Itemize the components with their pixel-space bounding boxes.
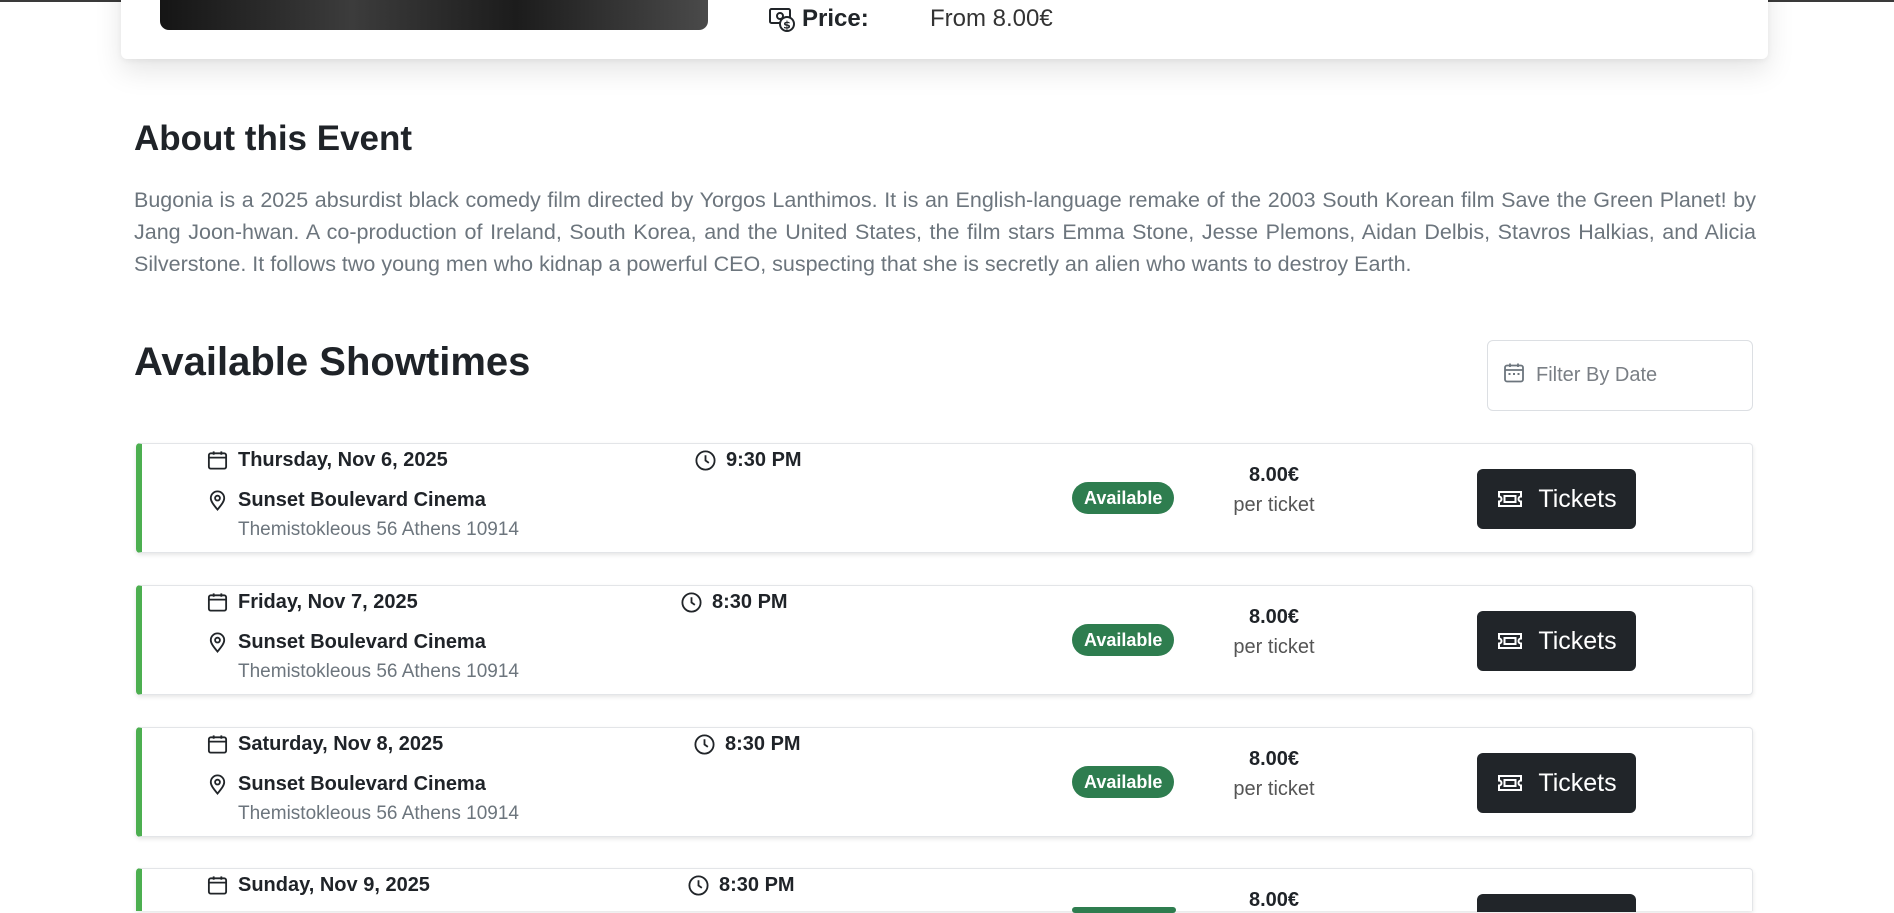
showtime-venue: Sunset Boulevard Cinema	[238, 631, 486, 653]
cash-coin-icon: $	[768, 5, 796, 33]
status-badge: Available	[1072, 766, 1175, 798]
about-description: Bugonia is a 2025 absurdist black comedy…	[134, 188, 1756, 276]
showtime-venue: Sunset Boulevard Cinema	[238, 773, 486, 795]
price-unit: per ticket	[1233, 636, 1315, 658]
ticket-price: 8.00€	[1248, 606, 1300, 628]
tickets-button[interactable]: Tickets	[1477, 611, 1636, 671]
showtime-venue: Sunset Boulevard Cinema	[238, 489, 486, 511]
price-row: $ Price: From 8.00€	[768, 2, 1053, 36]
ticket-price: 8.00€	[1248, 748, 1300, 770]
clock-icon	[693, 733, 716, 756]
filter-by-date-input[interactable]	[1534, 363, 1738, 388]
map-pin-icon	[206, 773, 229, 796]
calendar-icon	[206, 591, 229, 614]
showtime-time: 9:30 PM	[726, 449, 802, 471]
showtime-address: Themistokleous 56 Athens 10914	[238, 519, 519, 540]
event-poster-image	[160, 0, 708, 30]
calendar-icon	[206, 874, 229, 897]
showtime-card: Friday, Nov 7, 2025 8:30 PM Sunset Boule…	[136, 585, 1753, 695]
showtime-time: 8:30 PM	[719, 874, 795, 896]
calendar-icon	[206, 733, 229, 756]
showtime-card: Saturday, Nov 8, 2025 8:30 PM Sunset Bou…	[136, 727, 1753, 837]
tickets-button[interactable]: Tickets	[1477, 753, 1636, 813]
ticket-price: 8.00€	[1248, 464, 1300, 486]
tickets-button-label: Tickets	[1538, 768, 1617, 797]
ticket-price: 8.00€	[1248, 889, 1300, 911]
showtime-card: Sunday, Nov 9, 2025 8:30 PM 8.00€	[136, 868, 1753, 913]
price-label: Price:	[802, 5, 869, 32]
price-value: From 8.00€	[930, 5, 1053, 32]
ticket-icon	[1498, 775, 1523, 791]
clock-icon	[687, 874, 710, 897]
status-badge: Available	[1072, 624, 1175, 656]
status-badge: Available	[1072, 482, 1175, 514]
about-title: About this Event	[134, 119, 413, 158]
calendar-icon	[1502, 361, 1526, 390]
tickets-button[interactable]	[1477, 894, 1636, 912]
price-unit: per ticket	[1233, 778, 1315, 800]
price-unit: per ticket	[1233, 494, 1315, 516]
showtime-address: Themistokleous 56 Athens 10914	[238, 661, 519, 682]
map-pin-icon	[206, 631, 229, 654]
svg-text:$: $	[783, 19, 791, 32]
tickets-button-label: Tickets	[1538, 626, 1617, 655]
status-badge	[1072, 907, 1176, 913]
showtime-date: Sunday, Nov 9, 2025	[238, 874, 430, 896]
tickets-button-label: Tickets	[1538, 484, 1617, 513]
showtimes-title: Available Showtimes	[134, 340, 531, 384]
calendar-icon	[206, 449, 229, 472]
ticket-icon	[1498, 491, 1523, 507]
date-filter[interactable]	[1487, 340, 1753, 411]
showtime-card: Thursday, Nov 6, 2025 9:30 PM Sunset Bou…	[136, 443, 1753, 553]
showtime-time: 8:30 PM	[712, 591, 788, 613]
clock-icon	[680, 591, 703, 614]
tickets-button[interactable]: Tickets	[1477, 469, 1636, 529]
clock-icon	[694, 449, 717, 472]
showtime-date: Friday, Nov 7, 2025	[238, 591, 418, 613]
showtime-time: 8:30 PM	[725, 733, 801, 755]
showtime-address: Themistokleous 56 Athens 10914	[238, 803, 519, 824]
ticket-icon	[1498, 633, 1523, 649]
showtime-date: Thursday, Nov 6, 2025	[238, 449, 448, 471]
map-pin-icon	[206, 489, 229, 512]
showtime-date: Saturday, Nov 8, 2025	[238, 733, 444, 755]
